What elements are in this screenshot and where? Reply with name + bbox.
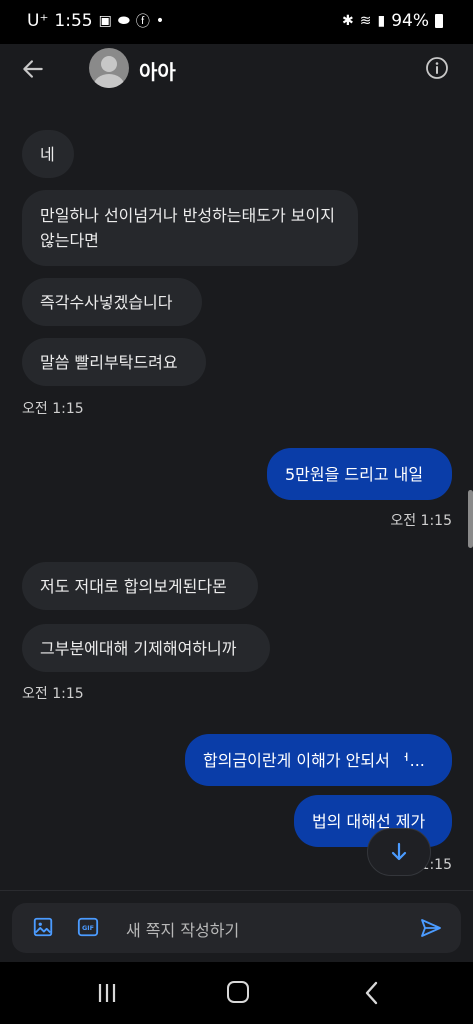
message-text: 합의금이란게 이해가 안되서 ᅥ... bbox=[203, 750, 425, 770]
message-text: 네 bbox=[40, 144, 55, 164]
message-text: 그부분에대해 기제해여하니까 bbox=[40, 638, 237, 658]
gif-label: GIF bbox=[82, 924, 94, 932]
message-bubble-incoming[interactable]: 즉각수사넣겠습니다 bbox=[22, 278, 202, 326]
message-bubble-incoming[interactable]: 저도 저대로 합의보게된다몬 bbox=[22, 562, 258, 610]
info-icon[interactable] bbox=[425, 56, 449, 80]
message-bubble-outgoing[interactable]: 합의금이란게 이해가 안되서 ᅥ... bbox=[185, 734, 452, 786]
message-list[interactable]: 네 만일하나 선이넘거나 반성하는태도가 보이지 않는다면 즉각수사넣겠습니다 … bbox=[0, 98, 473, 890]
message-bubble-outgoing[interactable]: 5만원을 드리고 내일 bbox=[267, 448, 452, 500]
battery-icon bbox=[435, 14, 443, 28]
message-bubble-incoming[interactable]: 그부분에대해 기제해여하니까 bbox=[22, 624, 270, 672]
message-text: 5만원을 드리고 내일 bbox=[285, 464, 424, 484]
bluetooth-icon: ✱ bbox=[342, 13, 354, 29]
pill-notification-icon: ⬬ bbox=[117, 13, 130, 29]
back-arrow-icon[interactable] bbox=[20, 56, 46, 82]
home-icon[interactable] bbox=[227, 981, 249, 1003]
system-back-icon[interactable] bbox=[362, 980, 382, 1006]
avatar[interactable] bbox=[89, 48, 129, 88]
status-right: ✱ ≋ ▮ 94% bbox=[342, 11, 443, 31]
composer-bar: GIF 새 쪽지 작성하기 bbox=[0, 890, 473, 962]
message-timestamp: 오전 1:15 bbox=[22, 401, 84, 417]
message-text: 말씀 빨리부탁드려요 bbox=[40, 352, 178, 372]
status-left: U⁺ 1:55 ▣ ⬬ ⓕ • bbox=[27, 11, 164, 31]
more-notifications-dot-icon: • bbox=[155, 13, 165, 29]
conversation-header: 아아 bbox=[0, 44, 473, 98]
composer-box: GIF 새 쪽지 작성하기 bbox=[12, 903, 461, 953]
message-bubble-incoming[interactable]: 만일하나 선이넘거나 반성하는태도가 보이지 않는다면 bbox=[22, 190, 358, 266]
message-text: 만일하나 선이넘거나 반성하는태도가 보이지 않는다면 bbox=[40, 206, 335, 250]
message-text: 저도 저대로 합의보게된다몬 bbox=[40, 576, 227, 596]
status-bar: U⁺ 1:55 ▣ ⬬ ⓕ • ✱ ≋ ▮ 94% bbox=[0, 0, 473, 44]
scroll-to-bottom-button[interactable] bbox=[367, 828, 431, 876]
message-timestamp: 오전 1:15 bbox=[22, 686, 84, 702]
signal-icon: ▮ bbox=[377, 13, 386, 29]
message-text: 즉각수사넣겠습니다 bbox=[40, 292, 173, 312]
carrier-label: U⁺ bbox=[27, 11, 49, 31]
message-bubble-incoming[interactable]: 말씀 빨리부탁드려요 bbox=[22, 338, 206, 386]
send-icon[interactable] bbox=[419, 916, 443, 940]
recent-apps-icon[interactable] bbox=[95, 982, 119, 1004]
gif-icon[interactable]: GIF bbox=[77, 916, 99, 938]
gallery-notification-icon: ▣ bbox=[98, 13, 112, 29]
message-bubble-incoming[interactable]: 네 bbox=[22, 130, 74, 178]
wifi-icon: ≋ bbox=[359, 13, 372, 29]
message-input[interactable]: 새 쪽지 작성하기 bbox=[126, 917, 239, 941]
contact-name[interactable]: 아아 bbox=[139, 56, 176, 85]
clock: 1:55 bbox=[54, 11, 93, 31]
system-navigation-bar bbox=[0, 962, 473, 1024]
arrow-down-icon bbox=[391, 842, 407, 861]
battery-percent: 94% bbox=[391, 11, 429, 31]
image-icon[interactable] bbox=[32, 916, 54, 938]
avatar-head bbox=[101, 56, 117, 72]
avatar-body bbox=[94, 74, 124, 88]
scrollbar-thumb[interactable] bbox=[468, 490, 473, 548]
message-timestamp: 오전 1:15 bbox=[390, 513, 452, 529]
facebook-notification-icon: ⓕ bbox=[135, 14, 150, 30]
